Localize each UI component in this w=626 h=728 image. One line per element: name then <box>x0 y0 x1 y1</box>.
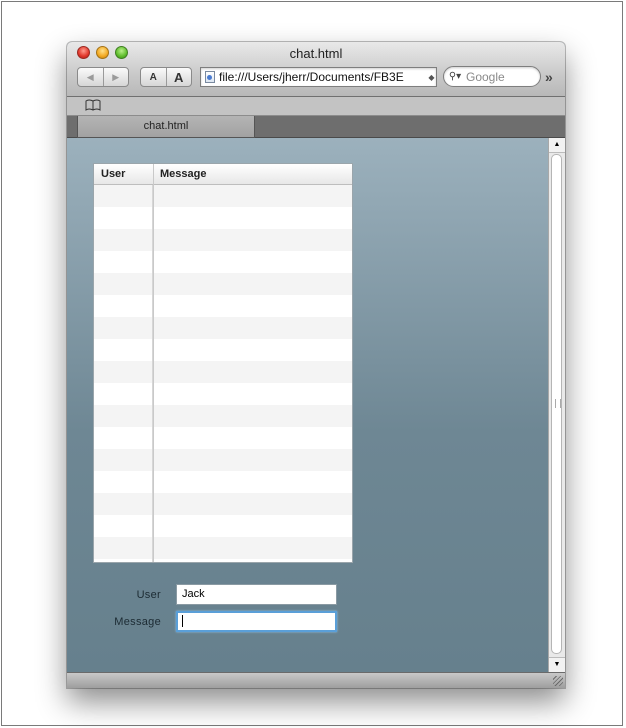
cell-user <box>94 449 153 471</box>
table-row[interactable] <box>94 361 352 383</box>
search-field[interactable]: ⚲▾ Google <box>443 66 541 87</box>
message-label: Message <box>114 616 161 628</box>
column-divider <box>153 164 154 562</box>
table-row[interactable] <box>94 427 352 449</box>
table-row[interactable] <box>94 515 352 537</box>
cell-user <box>94 229 153 251</box>
cell-message <box>153 317 352 339</box>
cell-user <box>94 251 153 273</box>
bookmarks-bar <box>67 97 565 116</box>
cell-user <box>94 383 153 405</box>
cell-user <box>94 185 153 207</box>
table-row[interactable] <box>94 317 352 339</box>
cell-message <box>153 339 352 361</box>
forward-arrow-icon: ▶ <box>112 71 120 82</box>
cell-message <box>153 471 352 493</box>
table-row[interactable] <box>94 185 352 207</box>
table-row[interactable] <box>94 295 352 317</box>
cell-user <box>94 295 153 317</box>
table-row[interactable] <box>94 449 352 471</box>
document-icon <box>205 71 215 83</box>
text-larger-button[interactable]: A <box>165 68 192 86</box>
text-smaller-button[interactable]: A <box>141 68 166 86</box>
cell-user <box>94 427 153 449</box>
table-row[interactable] <box>94 273 352 295</box>
navigation-buttons: ◀ ▶ <box>77 67 129 87</box>
address-dropdown-icon[interactable]: ◆ <box>427 73 436 82</box>
cell-message <box>153 405 352 427</box>
cell-message <box>153 207 352 229</box>
tab-chat[interactable]: chat.html <box>77 116 255 138</box>
table-row[interactable] <box>94 339 352 361</box>
table-row[interactable] <box>94 559 352 562</box>
scroll-grip <box>555 399 561 408</box>
cell-message <box>153 559 352 562</box>
cell-message <box>153 449 352 471</box>
scroll-thumb[interactable] <box>551 154 562 654</box>
search-placeholder: Google <box>466 69 505 84</box>
table-row[interactable] <box>94 207 352 229</box>
cell-user <box>94 207 153 229</box>
vertical-scrollbar[interactable]: ▲ ▼ <box>548 138 565 672</box>
cell-message <box>153 251 352 273</box>
cell-message <box>153 537 352 559</box>
cell-message <box>153 273 352 295</box>
cell-message <box>153 229 352 251</box>
text-caret <box>182 615 183 628</box>
table-row[interactable] <box>94 251 352 273</box>
cell-user <box>94 273 153 295</box>
address-field[interactable]: file:///Users/jherr/Documents/FB3E ◆ <box>200 67 437 87</box>
grid-rows <box>94 185 352 562</box>
scroll-up-icon[interactable]: ▲ <box>549 138 565 153</box>
cell-user <box>94 515 153 537</box>
status-bar <box>67 672 565 688</box>
double-chevron-icon[interactable]: » <box>545 69 553 85</box>
scroll-down-icon[interactable]: ▼ <box>549 657 565 672</box>
chat-data-grid[interactable]: User Message <box>93 163 353 563</box>
cell-message <box>153 515 352 537</box>
grid-header: User Message <box>94 164 352 185</box>
cell-user <box>94 471 153 493</box>
cell-user <box>94 493 153 515</box>
title-bar[interactable]: chat.html ◀ ▶ A A file:///Users/jherr/Do… <box>67 42 565 97</box>
cell-user <box>94 317 153 339</box>
cell-user <box>94 361 153 383</box>
book-icon-svg <box>85 99 101 111</box>
tab-bar: chat.html <box>67 116 565 138</box>
message-input[interactable] <box>176 611 337 632</box>
cell-message <box>153 295 352 317</box>
table-row[interactable] <box>94 229 352 251</box>
magnifier-icon[interactable]: ⚲▾ <box>444 71 466 82</box>
cell-message <box>153 185 352 207</box>
column-header-message[interactable]: Message <box>160 164 206 184</box>
text-size-buttons: A A <box>140 67 192 87</box>
back-arrow-icon: ◀ <box>86 71 94 82</box>
table-row[interactable] <box>94 471 352 493</box>
cell-message <box>153 427 352 449</box>
table-row[interactable] <box>94 493 352 515</box>
table-row[interactable] <box>94 537 352 559</box>
address-text: file:///Users/jherr/Documents/FB3E <box>219 70 404 84</box>
resize-grip-icon[interactable] <box>553 676 563 686</box>
column-header-user[interactable]: User <box>101 164 125 184</box>
cell-message <box>153 361 352 383</box>
back-button[interactable]: ◀ <box>78 68 103 86</box>
window-title: chat.html <box>289 46 343 61</box>
cell-user <box>94 339 153 361</box>
forward-button[interactable]: ▶ <box>102 68 129 86</box>
cell-user <box>94 559 153 562</box>
user-label: User <box>136 589 161 601</box>
cell-user <box>94 537 153 559</box>
browser-window: chat.html ◀ ▶ A A file:///Users/jherr/Do… <box>67 42 565 688</box>
user-input[interactable]: Jack <box>176 584 337 605</box>
table-row[interactable] <box>94 405 352 427</box>
book-icon[interactable] <box>85 99 101 114</box>
table-row[interactable] <box>94 383 352 405</box>
page-content: User Message User Jack Message <box>67 138 548 672</box>
cell-message <box>153 493 352 515</box>
cell-message <box>153 383 352 405</box>
cell-user <box>94 405 153 427</box>
